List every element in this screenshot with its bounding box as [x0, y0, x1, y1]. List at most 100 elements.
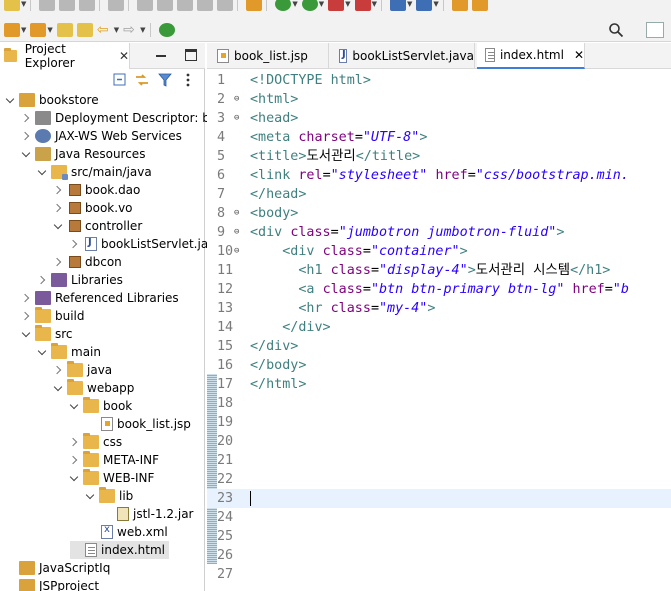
tree-item[interactable]: bookstore — [6, 91, 99, 109]
code-line[interactable]: 22 — [207, 470, 671, 489]
expand-open-icon[interactable] — [22, 329, 32, 339]
tree-item[interactable]: bookListServlet.jav — [70, 235, 215, 253]
step-into-icon[interactable] — [197, 0, 214, 11]
code-line[interactable]: 4 <meta charset="UTF-8"> — [207, 128, 671, 147]
tree-item[interactable]: META-INF — [70, 451, 159, 469]
tree-item[interactable]: lib — [86, 487, 133, 505]
minimize-icon[interactable] — [155, 49, 167, 61]
step-over-icon[interactable] — [217, 0, 234, 11]
skip-breakpoints-icon[interactable] — [108, 0, 125, 11]
tree-item[interactable]: main — [38, 343, 101, 361]
toggle-mark-occurrences-icon[interactable] — [158, 23, 175, 37]
code-line[interactable]: 24 — [207, 508, 671, 527]
code-line[interactable]: 6 <link rel="stylesheet" href="css/bootst… — [207, 166, 671, 185]
debug-dropdown-icon[interactable]: ▼ — [292, 0, 297, 8]
tree-item[interactable]: book_list.jsp — [86, 415, 191, 433]
server-icon[interactable] — [246, 0, 263, 11]
tree-item[interactable]: web.xml — [86, 523, 168, 541]
fold-toggle-icon[interactable]: ⊖ — [234, 223, 239, 242]
external-tools-icon[interactable] — [354, 0, 371, 11]
save-all-icon[interactable] — [59, 0, 76, 11]
new-java-project-icon[interactable] — [389, 0, 406, 11]
previous-annotation-dropdown-icon[interactable]: ▼ — [47, 26, 52, 34]
tree-item[interactable]: WEB-INF — [70, 469, 154, 487]
expand-closed-icon[interactable] — [70, 437, 80, 447]
last-edit-location-icon[interactable] — [56, 23, 73, 37]
tree-item[interactable]: build — [22, 307, 85, 325]
expand-open-icon[interactable] — [54, 383, 64, 393]
expand-open-icon[interactable] — [86, 491, 96, 501]
open-perspective-icon[interactable] — [646, 22, 664, 38]
view-menu-icon[interactable] — [180, 72, 196, 88]
print-icon[interactable] — [79, 0, 96, 11]
filter-icon[interactable] — [157, 72, 173, 88]
fold-toggle-icon[interactable]: ⊖ — [234, 90, 239, 109]
expand-closed-icon[interactable] — [54, 257, 64, 267]
code-editor[interactable]: 1 <!DOCTYPE html> 2 ⊖ <html> 3 ⊖ <head> 4 <meta c… — [207, 69, 671, 591]
code-line[interactable]: 18 — [207, 394, 671, 413]
expand-closed-icon[interactable] — [70, 239, 80, 249]
forward-dropdown-icon[interactable]: ▼ — [140, 26, 145, 34]
tree-item[interactable]: book.vo — [54, 199, 133, 217]
run-icon[interactable] — [301, 0, 318, 11]
code-line[interactable]: 26 — [207, 546, 671, 565]
link-with-editor-icon[interactable] — [134, 72, 150, 88]
tree-item[interactable]: Deployment Descriptor: bo — [22, 109, 217, 127]
fold-toggle-icon[interactable]: ⊖ — [234, 204, 239, 223]
open-task-icon[interactable] — [471, 0, 488, 11]
tree-item[interactable]: book — [70, 397, 132, 415]
tree-item[interactable]: dbcon — [54, 253, 122, 271]
code-line[interactable]: 3 ⊖ <head> — [207, 109, 671, 128]
expand-closed-icon[interactable] — [22, 113, 32, 123]
expand-open-icon[interactable] — [70, 473, 80, 483]
run-dropdown-icon[interactable]: ▼ — [319, 0, 324, 8]
open-type-icon[interactable] — [451, 0, 468, 11]
close-icon[interactable]: ✕ — [119, 49, 129, 63]
tree-item[interactable]: JSPproject — [6, 577, 99, 591]
code-line[interactable]: 9 ⊖ <div class="jumbotron jumbotron-fluid"… — [207, 223, 671, 242]
forward-arrow-icon[interactable]: ⇨ — [123, 23, 139, 37]
code-line[interactable]: 2 ⊖ <html> — [207, 90, 671, 109]
tree-item[interactable]: src — [22, 325, 73, 343]
code-line[interactable]: 14 </div> — [207, 318, 671, 337]
expand-closed-icon[interactable] — [54, 365, 64, 375]
expand-open-icon[interactable] — [38, 167, 48, 177]
tree-item[interactable]: JAX-WS Web Services — [22, 127, 182, 145]
code-line[interactable]: 15 </div> — [207, 337, 671, 356]
code-line[interactable]: 10 ⊖ <div class="container"> — [207, 242, 671, 261]
code-line[interactable]: 16 </body> — [207, 356, 671, 375]
back-dropdown-icon[interactable]: ▼ — [114, 26, 119, 34]
code-line[interactable]: 5 <title>도서관리</title> — [207, 147, 671, 166]
project-explorer-tab[interactable]: Project Explorer ✕ — [0, 42, 130, 70]
external-tools-dropdown-icon[interactable]: ▼ — [372, 0, 377, 8]
expand-closed-icon[interactable] — [38, 275, 48, 285]
code-line[interactable]: 17 </html> — [207, 375, 671, 394]
search-icon[interactable] — [608, 22, 624, 38]
code-line[interactable]: 23 — [207, 489, 671, 508]
tree-item[interactable]: JavaScriptIq — [6, 559, 110, 577]
expand-closed-icon[interactable] — [22, 311, 32, 321]
tree-item[interactable]: webapp — [54, 379, 134, 397]
debug-icon[interactable] — [275, 0, 292, 11]
editor-tab[interactable]: index.html ✕ — [477, 43, 585, 69]
expand-open-icon[interactable] — [70, 401, 80, 411]
coverage-dropdown-icon[interactable]: ▼ — [345, 0, 350, 8]
expand-closed-icon[interactable] — [22, 131, 32, 141]
close-icon[interactable]: ✕ — [574, 48, 584, 62]
pin-icon[interactable] — [76, 23, 93, 37]
tree-item[interactable]: Java Resources — [22, 145, 145, 163]
expand-open-icon[interactable] — [38, 347, 48, 357]
code-line[interactable]: 8 ⊖ <body> — [207, 204, 671, 223]
new-icon[interactable] — [4, 0, 20, 11]
expand-closed-icon[interactable] — [70, 455, 80, 465]
tree-item[interactable]: css — [70, 433, 122, 451]
code-line[interactable]: 7 </head> — [207, 185, 671, 204]
tree-item[interactable]: src/main/java — [38, 163, 152, 181]
expand-open-icon[interactable] — [54, 221, 64, 231]
previous-annotation-icon[interactable] — [30, 23, 47, 37]
coverage-icon[interactable] — [328, 0, 345, 11]
editor-tab[interactable]: bookListServlet.java — [331, 43, 475, 69]
code-line[interactable]: 12 <a class="btn btn-primary btn-lg" hre… — [207, 280, 671, 299]
tree-item[interactable]: jstl-1.2.jar — [102, 505, 193, 523]
terminate-icon[interactable] — [177, 0, 194, 11]
